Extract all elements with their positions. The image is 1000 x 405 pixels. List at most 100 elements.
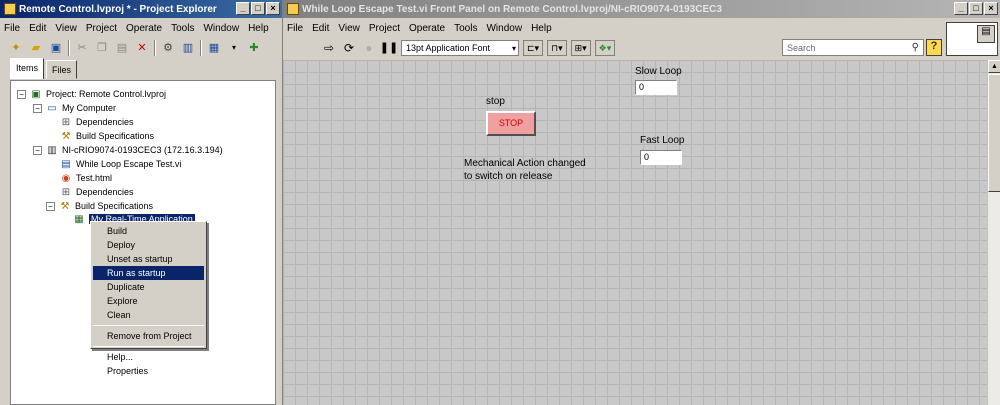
tree-item-crio-target[interactable]: − ▥ NI-cRIO9074-0193CEC3 (172.16.3.194): [33, 143, 223, 157]
menu-item-deploy[interactable]: Deploy: [91, 238, 206, 252]
menu-help[interactable]: Help: [248, 23, 269, 34]
new-icon[interactable]: ✦: [8, 40, 24, 56]
collapse-icon[interactable]: −: [33, 145, 42, 155]
align-icon: ⊏▾: [527, 42, 540, 53]
scrollbar-thumb[interactable]: [988, 74, 1000, 192]
delete-icon[interactable]: ✕: [134, 40, 150, 56]
note-line-1: Mechanical Action changed: [464, 158, 586, 169]
distribute-objects-dropdown[interactable]: ⊓▾: [547, 40, 567, 56]
menu-item-clean[interactable]: Clean: [91, 308, 206, 322]
menu-tools[interactable]: Tools: [171, 23, 194, 34]
tree-item-vi[interactable]: ▤ While Loop Escape Test.vi: [60, 157, 181, 171]
tree-item-build-specifications[interactable]: − ⚒ Build Specifications: [46, 199, 153, 213]
context-help-button[interactable]: ?: [926, 39, 942, 56]
collapse-icon[interactable]: −: [33, 103, 42, 113]
run-arrow-icon[interactable]: ⇨: [321, 40, 337, 56]
menu-view[interactable]: View: [338, 23, 360, 34]
menu-operate[interactable]: Operate: [409, 23, 445, 34]
font-selector[interactable]: 13pt Application Font ▾: [401, 40, 519, 56]
copy-icon[interactable]: ❐: [94, 40, 110, 56]
tree-item-build-specifications[interactable]: ⚒ Build Specifications: [60, 129, 155, 143]
menu-edit[interactable]: Edit: [312, 23, 329, 34]
front-panel-canvas[interactable]: stop STOP Slow Loop 0 Fast Loop 0 Mechan…: [283, 60, 987, 405]
tab-files[interactable]: Files: [46, 60, 78, 79]
menu-file[interactable]: File: [287, 23, 303, 34]
cut-icon[interactable]: ✂: [74, 40, 90, 56]
pause-icon[interactable]: ❚❚: [380, 40, 398, 56]
tree-item-dependencies[interactable]: ⊞ Dependencies: [60, 185, 134, 199]
distribute-icon: ⊓▾: [551, 42, 563, 53]
vi-icon-pane[interactable]: ▤: [946, 22, 998, 56]
close-button[interactable]: ×: [266, 2, 280, 15]
tree-item-project[interactable]: − ▣ Project: Remote Control.lvproj: [17, 87, 166, 101]
tree-item-dependencies[interactable]: ⊞ Dependencies: [60, 115, 134, 129]
close-button[interactable]: ×: [984, 2, 998, 15]
collapse-icon[interactable]: −: [46, 201, 55, 211]
dropdown-arrow-icon[interactable]: ▾: [226, 40, 242, 56]
stop-button[interactable]: STOP: [486, 111, 536, 136]
project-explorer-window: Remote Control.lvproj * - Project Explor…: [0, 0, 283, 405]
maximize-button[interactable]: □: [251, 2, 265, 15]
tab-items[interactable]: Items: [10, 58, 45, 79]
project-explorer-titlebar[interactable]: Remote Control.lvproj * - Project Explor…: [0, 0, 282, 18]
menu-window[interactable]: Window: [486, 23, 522, 34]
menu-operate[interactable]: Operate: [126, 23, 162, 34]
connector-pane-icon[interactable]: ▤: [977, 25, 995, 43]
explorer-tabs: Items Files: [10, 58, 78, 80]
search-icon[interactable]: ⚲: [912, 42, 919, 53]
slow-loop-label: Slow Loop: [635, 66, 682, 77]
menu-item-properties[interactable]: Properties: [91, 364, 206, 378]
minimize-button[interactable]: _: [236, 2, 250, 15]
fast-loop-indicator: 0: [640, 150, 682, 165]
open-folder-icon[interactable]: ▰: [28, 40, 44, 56]
menu-item-remove-from-project[interactable]: Remove from Project: [91, 329, 206, 343]
tree-item-html[interactable]: ◉ Test.html: [60, 171, 112, 185]
run-continuously-icon[interactable]: ⟳: [341, 40, 357, 56]
menu-file[interactable]: File: [4, 23, 20, 34]
build-icon[interactable]: ⚙: [160, 40, 176, 56]
menu-project[interactable]: Project: [369, 23, 400, 34]
build-all-icon[interactable]: ▥: [180, 40, 196, 56]
menu-separator: [93, 346, 204, 347]
search-input[interactable]: Search ⚲: [782, 39, 924, 56]
resize-objects-dropdown[interactable]: ⊞▾: [570, 40, 591, 56]
menu-item-build[interactable]: Build: [91, 224, 206, 238]
menu-project[interactable]: Project: [86, 23, 117, 34]
reorder-dropdown[interactable]: ❖▾: [594, 40, 616, 56]
project-toolbar: ✦ ▰ ▣ ✂ ❐ ▤ ✕ ⚙ ▥ ▦ ▾ ✚: [0, 38, 282, 58]
tree-item-my-computer[interactable]: − ▭ My Computer: [33, 101, 116, 115]
dependencies-icon: ⊞: [61, 186, 71, 198]
menu-help[interactable]: Help: [531, 23, 552, 34]
view-options-icon[interactable]: ▦: [206, 40, 222, 56]
vertical-scrollbar[interactable]: ▲: [987, 60, 1000, 405]
add-items-icon[interactable]: ✚: [246, 40, 262, 56]
menu-edit[interactable]: Edit: [29, 23, 46, 34]
toolbar-separator: [154, 40, 156, 56]
menu-window[interactable]: Window: [203, 23, 239, 34]
tree-item-label: My Computer: [62, 103, 117, 113]
collapse-icon[interactable]: −: [17, 89, 26, 99]
rt-app-icon: ▦: [74, 213, 84, 225]
save-all-icon[interactable]: ▣: [48, 40, 64, 56]
build-specs-icon: ⚒: [61, 130, 71, 142]
stop-label: stop: [486, 96, 505, 107]
minimize-button[interactable]: _: [954, 2, 968, 15]
menu-item-duplicate[interactable]: Duplicate: [91, 280, 206, 294]
paste-icon[interactable]: ▤: [114, 40, 130, 56]
scroll-up-icon[interactable]: ▲: [988, 60, 1000, 73]
align-objects-dropdown[interactable]: ⊏▾: [523, 40, 544, 56]
menu-item-run-as-startup[interactable]: Run as startup: [93, 266, 204, 280]
menu-item-help[interactable]: Help...: [91, 350, 206, 364]
menu-item-unset-startup[interactable]: Unset as startup: [91, 252, 206, 266]
maximize-button[interactable]: □: [969, 2, 983, 15]
vi-icon: ▤: [61, 158, 71, 170]
menu-view[interactable]: View: [55, 23, 77, 34]
tree-item-label: Dependencies: [76, 117, 134, 127]
computer-icon: ▭: [47, 102, 57, 114]
menu-item-explore[interactable]: Explore: [91, 294, 206, 308]
menu-tools[interactable]: Tools: [454, 23, 477, 34]
fast-loop-label: Fast Loop: [640, 135, 685, 146]
build-specs-icon: ⚒: [60, 200, 70, 212]
abort-icon[interactable]: ●: [361, 40, 377, 56]
front-panel-titlebar[interactable]: While Loop Escape Test.vi Front Panel on…: [283, 0, 1000, 18]
